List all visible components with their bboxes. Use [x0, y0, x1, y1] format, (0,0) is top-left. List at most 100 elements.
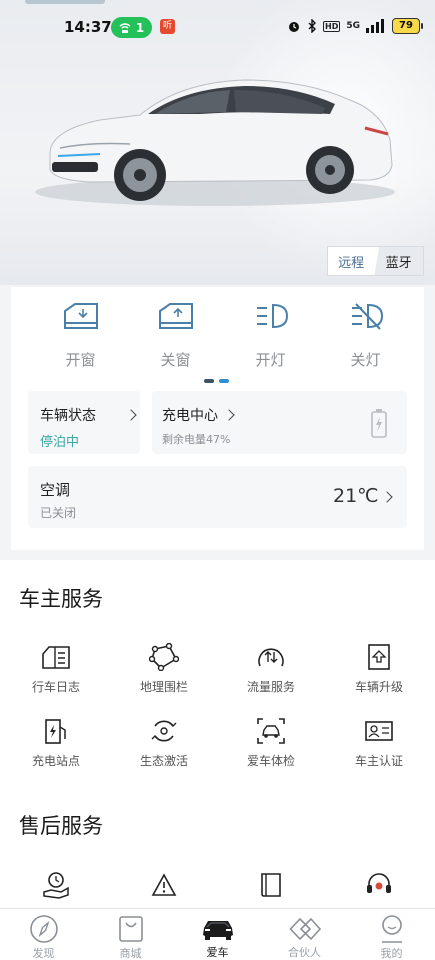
tab-label: 我的 — [380, 947, 403, 960]
climate-title: 空调 — [40, 481, 71, 499]
battery-charging-icon — [371, 409, 387, 438]
service-label: 生态激活 — [139, 754, 188, 768]
service-label: 车主认证 — [354, 754, 403, 768]
window-up-icon — [155, 299, 197, 333]
tab-my-car[interactable]: 爱车 — [174, 909, 261, 960]
open-window-label: 开窗 — [65, 351, 96, 369]
page-indicator — [204, 379, 229, 383]
service-data-traffic[interactable]: 流量服务 — [221, 642, 321, 695]
after-sales-title: 售后服务 — [19, 814, 103, 838]
service-label: 流量服务 — [246, 680, 295, 694]
car-icon — [201, 914, 235, 943]
climate-status: 已关闭 — [40, 506, 77, 520]
service-car-checkup[interactable]: 爱车体检 — [221, 716, 321, 769]
climate-temperature: 21℃ — [333, 485, 379, 507]
status-time: 14:37 — [64, 18, 112, 36]
ecosystem-activate-icon — [149, 716, 179, 746]
tab-label: 合伙人 — [288, 946, 321, 959]
lights-on-label: 开灯 — [255, 351, 286, 369]
vehicle-status-card[interactable]: 车辆状态 停泊中 — [28, 391, 140, 454]
charging-center-card[interactable]: 充电中心 剩余电量47% — [152, 391, 407, 454]
headlight-off-icon — [345, 299, 387, 333]
charging-station-icon — [41, 716, 71, 746]
after-sales-manual[interactable] — [221, 870, 321, 900]
warning-icon — [149, 870, 179, 900]
service-driving-log[interactable]: 行车日志 — [6, 642, 106, 695]
battery-indicator: 79 — [392, 18, 423, 34]
service-geofence[interactable]: 地理围栏 — [114, 642, 214, 695]
section-divider — [0, 550, 435, 560]
service-label: 地理围栏 — [139, 680, 188, 694]
upgrade-icon — [364, 642, 394, 672]
car-checkup-icon — [256, 716, 286, 746]
tab-label: 爱车 — [206, 946, 229, 959]
service-owner-id[interactable]: 车主认证 — [329, 716, 429, 769]
data-traffic-icon — [256, 642, 286, 672]
page-dot-1 — [204, 379, 214, 383]
after-sales-support[interactable] — [329, 870, 429, 900]
chevron-right-icon — [125, 409, 137, 421]
after-sales-appointment[interactable] — [6, 870, 106, 900]
service-charging-station[interactable]: 充电站点 — [6, 716, 106, 769]
driving-log-icon — [41, 642, 71, 672]
lights-off-button[interactable]: 关灯 — [318, 299, 413, 370]
hotspot-icon — [119, 22, 131, 33]
status-indicators: HD 5G 79 — [287, 18, 423, 34]
compass-icon — [27, 914, 61, 944]
vehicle-status-value: 停泊中 — [40, 435, 80, 450]
window-down-icon — [60, 299, 102, 333]
charging-center-title: 充电中心 — [162, 408, 218, 424]
hotspot-badge: 1 — [111, 17, 152, 38]
network-type: 5G — [346, 21, 360, 31]
hotspot-count: 1 — [135, 20, 145, 35]
service-label: 车辆升级 — [354, 680, 403, 694]
vehicle-control-card: 开窗 关窗 开灯 关灯 车辆状态 停泊中 充电中心 剩余电量47% 空调 已关闭… — [11, 287, 424, 550]
lights-on-button[interactable]: 开灯 — [223, 299, 318, 370]
owner-services-title: 车主服务 — [19, 587, 103, 611]
close-window-label: 关窗 — [160, 351, 191, 369]
service-label: 充电站点 — [31, 754, 80, 768]
bluetooth-mode-option[interactable]: 蓝牙 — [374, 247, 423, 275]
chevron-right-icon — [223, 409, 235, 421]
vehicle-status-title: 车辆状态 — [40, 408, 96, 424]
tab-profile[interactable]: 我的 — [348, 909, 435, 960]
car-image — [35, 79, 395, 206]
chevron-right-icon — [381, 491, 393, 503]
bottom-tab-bar: 发现 商城 爱车 合伙人 我的 — [0, 908, 435, 960]
tab-discover[interactable]: 发现 — [0, 909, 87, 960]
ting-app-icon: 听 — [160, 19, 175, 34]
connection-mode-toggle[interactable]: 远程 蓝牙 — [327, 246, 424, 276]
page-dot-2 — [219, 379, 229, 383]
open-window-button[interactable]: 开窗 — [33, 299, 128, 370]
service-label: 爱车体检 — [246, 754, 295, 768]
climate-card[interactable]: 空调 已关闭 21℃ — [28, 466, 407, 528]
hd-badge: HD — [323, 20, 341, 32]
close-window-button[interactable]: 关窗 — [128, 299, 223, 370]
service-ecosystem[interactable]: 生态激活 — [114, 716, 214, 769]
signal-icon — [366, 19, 384, 33]
after-sales-warning[interactable] — [114, 870, 214, 900]
remote-mode-option[interactable]: 远程 — [328, 247, 374, 275]
tab-mall[interactable]: 商城 — [87, 909, 174, 960]
services-panel: 车主服务 行车日志 地理围栏 流量服务 车辆升级 充电站点 生态激活 爱车体检 … — [0, 560, 435, 908]
status-bar: 14:37 1 听 HD 5G 79 — [0, 0, 435, 56]
bluetooth-icon — [308, 19, 316, 33]
tab-label: 发现 — [32, 947, 55, 960]
quick-control-row: 开窗 关窗 开灯 关灯 — [11, 299, 424, 370]
partner-icon — [288, 914, 322, 943]
geofence-icon — [149, 642, 179, 672]
headlight-on-icon — [250, 299, 292, 333]
status-strip — [25, 0, 105, 4]
tab-partner[interactable]: 合伙人 — [261, 909, 348, 960]
service-appointment-icon — [41, 870, 71, 900]
shopping-bag-icon — [114, 914, 148, 944]
owner-id-icon — [364, 716, 394, 746]
alarm-icon — [289, 22, 299, 32]
customer-support-icon — [364, 870, 394, 900]
service-upgrade[interactable]: 车辆升级 — [329, 642, 429, 695]
profile-icon — [375, 914, 409, 944]
service-label: 行车日志 — [31, 680, 80, 694]
tab-label: 商城 — [119, 947, 142, 960]
lights-off-label: 关灯 — [350, 351, 381, 369]
manual-book-icon — [256, 870, 286, 900]
